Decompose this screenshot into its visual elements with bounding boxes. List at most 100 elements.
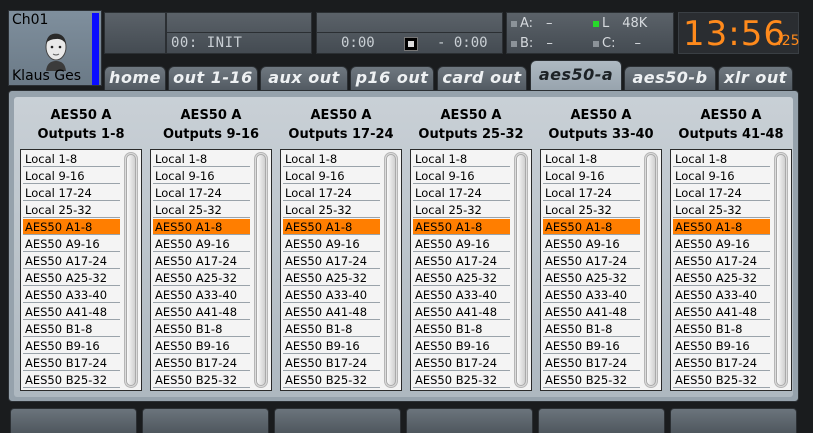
source-list-item[interactable]: AES50 B1-8 xyxy=(413,321,510,337)
source-list-item[interactable]: AES50 B9-16 xyxy=(413,338,510,354)
source-list-item[interactable]: AES50 A25-32 xyxy=(673,270,770,286)
source-list-item[interactable]: Local 17-24 xyxy=(23,185,120,201)
source-list-item[interactable]: Local 1-8 xyxy=(283,151,380,167)
source-list-item[interactable]: AES50 A33-40 xyxy=(543,287,640,303)
source-list[interactable]: Local 1-8 Local 9-16 Local 17-24 Local 25-3… xyxy=(670,149,792,391)
source-list-item[interactable]: AES50 B1-8 xyxy=(153,321,250,337)
tab-p16-out[interactable]: p16 out xyxy=(350,66,434,90)
source-list-item[interactable]: Local 17-24 xyxy=(413,185,510,201)
source-list[interactable]: Local 1-8 Local 9-16 Local 17-24 Local 25-3… xyxy=(280,149,402,391)
source-list-item[interactable]: AES50 A9-16 xyxy=(283,236,380,252)
tab-xlr-out[interactable]: xlr out xyxy=(718,66,793,90)
source-list-item[interactable]: AES50 B9-16 xyxy=(153,338,250,354)
source-list-item[interactable]: AES50 A1-8 xyxy=(283,219,380,235)
scrollbar[interactable] xyxy=(514,152,528,388)
source-list-item[interactable]: Local 9-16 xyxy=(673,168,770,184)
tab-aux-out[interactable]: aux out xyxy=(260,66,348,90)
source-list-item[interactable]: Local 1-8 xyxy=(413,151,510,167)
tab-out-1-16[interactable]: out 1-16 xyxy=(168,66,258,90)
source-list-item[interactable]: Local 9-16 xyxy=(23,168,120,184)
source-list-item[interactable]: Local 25-32 xyxy=(23,202,120,218)
encoder-button-6[interactable] xyxy=(670,408,797,433)
scrollbar[interactable] xyxy=(254,152,268,388)
scrollbar[interactable] xyxy=(774,152,788,388)
source-list-item[interactable]: AES50 B17-24 xyxy=(673,355,770,371)
scrollbar[interactable] xyxy=(124,152,138,388)
source-list-item[interactable]: AES50 A17-24 xyxy=(673,253,770,269)
source-list[interactable]: Local 1-8 Local 9-16 Local 17-24 Local 25-3… xyxy=(540,149,662,391)
source-list-item[interactable]: AES50 A17-24 xyxy=(23,253,120,269)
source-list-item[interactable]: AES50 B25-32 xyxy=(543,372,640,388)
source-list-item[interactable]: AES50 B17-24 xyxy=(543,355,640,371)
source-list-item[interactable]: Local 9-16 xyxy=(283,168,380,184)
source-list-item[interactable]: AES50 A1-8 xyxy=(153,219,250,235)
source-list-item[interactable]: AES50 A25-32 xyxy=(283,270,380,286)
tab-card-out[interactable]: card out xyxy=(437,66,527,90)
source-list-item[interactable]: Local 25-32 xyxy=(283,202,380,218)
encoder-button-1[interactable] xyxy=(10,408,137,433)
source-list-item[interactable]: Local 17-24 xyxy=(543,185,640,201)
source-list-item[interactable]: Local 1-8 xyxy=(153,151,250,167)
source-list-item[interactable]: AES50 A17-24 xyxy=(413,253,510,269)
source-list-item[interactable]: AES50 A1-8 xyxy=(673,219,770,235)
scrollbar-thumb[interactable] xyxy=(646,154,656,386)
scrollbar[interactable] xyxy=(384,152,398,388)
source-list-item[interactable]: AES50 A25-32 xyxy=(153,270,250,286)
tab-aes50-a[interactable]: aes50-a xyxy=(530,60,622,91)
source-list[interactable]: Local 1-8 Local 9-16 Local 17-24 Local 25-3… xyxy=(410,149,532,391)
scene-panel[interactable]: 00: INIT xyxy=(166,12,312,54)
source-list-item[interactable]: AES50 B9-16 xyxy=(23,338,120,354)
source-list-item[interactable]: Local 9-16 xyxy=(153,168,250,184)
source-list-item[interactable]: Local 17-24 xyxy=(283,185,380,201)
source-list-item[interactable]: AES50 A41-48 xyxy=(413,304,510,320)
source-list-item[interactable]: AES50 A1-8 xyxy=(413,219,510,235)
source-list-item[interactable]: Local 25-32 xyxy=(673,202,770,218)
source-list-item[interactable]: AES50 B1-8 xyxy=(283,321,380,337)
source-list-item[interactable]: AES50 B1-8 xyxy=(543,321,640,337)
tape-panel[interactable]: 0:00 - 0:00 xyxy=(316,12,503,54)
scrollbar[interactable] xyxy=(644,152,658,388)
encoder-button-4[interactable] xyxy=(406,408,533,433)
source-list[interactable]: Local 1-8 Local 9-16 Local 17-24 Local 25-3… xyxy=(20,149,142,391)
source-list-item[interactable]: Local 9-16 xyxy=(543,168,640,184)
source-list-item[interactable]: Local 9-16 xyxy=(413,168,510,184)
source-list-item[interactable]: AES50 A9-16 xyxy=(413,236,510,252)
source-list-item[interactable]: AES50 A9-16 xyxy=(153,236,250,252)
source-list-item[interactable]: Local 17-24 xyxy=(153,185,250,201)
encoder-button-5[interactable] xyxy=(538,408,665,433)
source-list-item[interactable]: AES50 A41-48 xyxy=(23,304,120,320)
source-list-item[interactable]: AES50 B17-24 xyxy=(153,355,250,371)
source-list-item[interactable]: AES50 B1-8 xyxy=(673,321,770,337)
source-list-item[interactable]: AES50 A9-16 xyxy=(23,236,120,252)
source-list-item[interactable]: AES50 A33-40 xyxy=(23,287,120,303)
source-list-item[interactable]: AES50 A1-8 xyxy=(543,219,640,235)
source-list-item[interactable]: Local 17-24 xyxy=(673,185,770,201)
source-list-item[interactable]: AES50 A17-24 xyxy=(543,253,640,269)
source-list-item[interactable]: AES50 B17-24 xyxy=(413,355,510,371)
channel-box[interactable]: Ch01 Klaus Ges xyxy=(8,10,102,86)
source-list-item[interactable]: AES50 A41-48 xyxy=(543,304,640,320)
source-list-item[interactable]: AES50 B25-32 xyxy=(413,372,510,388)
scrollbar-thumb[interactable] xyxy=(126,154,136,386)
source-list-item[interactable]: AES50 A41-48 xyxy=(283,304,380,320)
source-list-item[interactable]: AES50 B1-8 xyxy=(23,321,120,337)
source-list-item[interactable]: AES50 B25-32 xyxy=(673,372,770,388)
source-list-item[interactable]: Local 25-32 xyxy=(543,202,640,218)
source-list-item[interactable]: Local 25-32 xyxy=(153,202,250,218)
source-list-item[interactable]: AES50 A9-16 xyxy=(543,236,640,252)
source-list-item[interactable]: AES50 B9-16 xyxy=(543,338,640,354)
source-list-item[interactable]: AES50 A25-32 xyxy=(413,270,510,286)
source-list-item[interactable]: AES50 A25-32 xyxy=(543,270,640,286)
source-list-item[interactable]: AES50 A17-24 xyxy=(283,253,380,269)
source-list-item[interactable]: AES50 A17-24 xyxy=(153,253,250,269)
source-list-item[interactable]: AES50 A41-48 xyxy=(153,304,250,320)
source-list-item[interactable]: Local 1-8 xyxy=(23,151,120,167)
source-list-item[interactable]: AES50 B25-32 xyxy=(23,372,120,388)
source-list-item[interactable]: Local 1-8 xyxy=(543,151,640,167)
encoder-button-2[interactable] xyxy=(142,408,269,433)
source-list-item[interactable]: AES50 B17-24 xyxy=(283,355,380,371)
source-list-item[interactable]: AES50 B17-24 xyxy=(23,355,120,371)
scrollbar-thumb[interactable] xyxy=(386,154,396,386)
scrollbar-thumb[interactable] xyxy=(516,154,526,386)
source-list-item[interactable]: AES50 B9-16 xyxy=(673,338,770,354)
